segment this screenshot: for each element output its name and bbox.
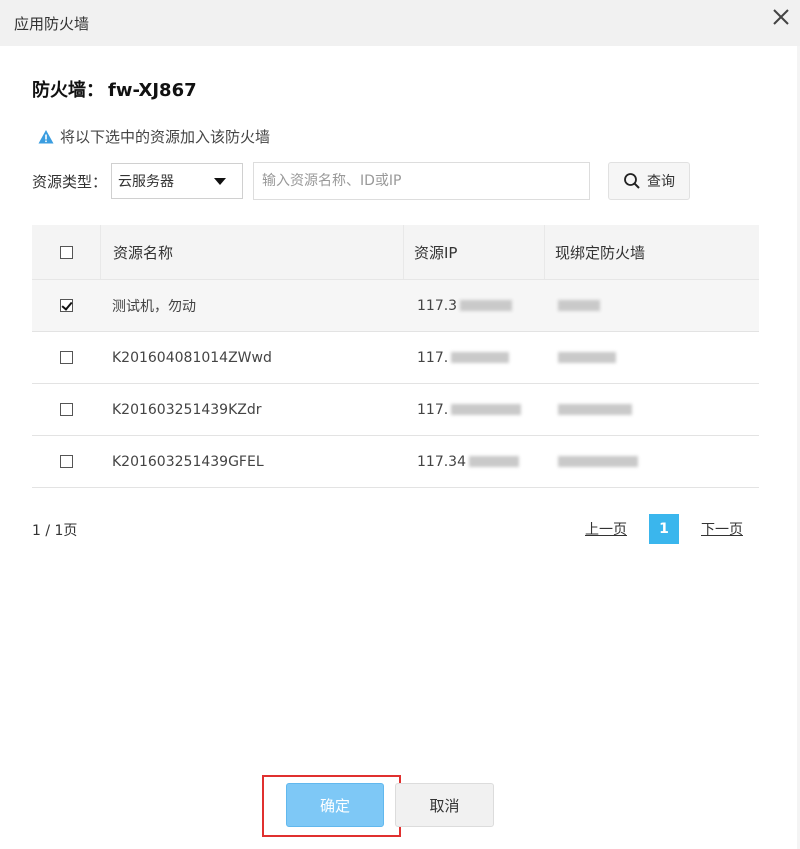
notice: 将以下选中的资源加入该防火墙 [38,126,270,147]
row-checkbox[interactable] [59,455,73,468]
resource-ip: 117.3 [417,297,458,314]
bound-firewall [558,300,600,311]
resource-ip: 117.34 [417,453,466,470]
page-1-button[interactable]: 1 [649,514,679,544]
table-row[interactable]: K201603251439GFEL 117.34 [32,436,759,488]
bound-firewall [558,456,638,467]
pagination: 上一页 1 下一页 [585,514,743,544]
confirm-button[interactable]: 确定 [286,783,384,827]
prev-page-link[interactable]: 上一页 [585,519,627,539]
cancel-button[interactable]: 取消 [395,783,494,827]
chevron-down-icon [214,177,227,185]
resource-name: K201603251439KZdr [112,401,262,418]
close-icon [773,9,789,25]
bound-firewall [558,404,632,415]
row-checkbox[interactable] [59,403,73,416]
resource-ip: 117. [417,349,449,366]
dialog-header: 应用防火墙 [0,0,800,46]
notice-text: 将以下选中的资源加入该防火墙 [60,128,271,146]
table-row[interactable]: K201603251439KZdr 117. [32,384,759,436]
resource-type-label: 资源类型： [32,172,108,191]
table-header: 资源名称 资源IP 现绑定防火墙 [32,225,759,280]
resource-name: K201603251439GFEL [112,453,264,470]
table-row[interactable]: K201604081014ZWwd 117. [32,332,759,384]
search-input[interactable] [253,162,591,200]
resource-type-select[interactable]: 云服务器 [111,163,244,199]
search-icon [624,173,640,189]
close-button[interactable] [768,4,794,30]
firewall-name: fw-XJ867 [108,80,197,101]
resource-type-value: 云服务器 [118,174,175,190]
warning-icon [38,129,54,143]
query-label: 查询 [647,174,676,190]
col-resource-ip: 资源IP [414,243,458,262]
next-page-link[interactable]: 下一页 [701,519,743,539]
resource-name: K201604081014ZWwd [112,349,272,366]
page-count: 1 / 1页 [32,523,78,539]
col-resource-name: 资源名称 [113,243,174,262]
row-checkbox[interactable] [59,351,73,364]
firewall-heading: 防火墙： fw-XJ867 [32,76,197,102]
table-row[interactable]: 测试机，勿动 117.3 [32,280,759,332]
row-checkbox[interactable] [59,299,73,312]
bound-firewall [558,352,616,363]
resource-table: 资源名称 资源IP 现绑定防火墙 测试机，勿动 117.3 K201604081… [32,225,759,488]
resource-ip: 117. [417,401,449,418]
query-button[interactable]: 查询 [608,162,691,200]
select-all-checkbox[interactable] [59,245,73,259]
firewall-label: 防火墙： [32,80,104,101]
filter-row: 资源类型： 云服务器 查询 [32,162,691,200]
dialog-title: 应用防火墙 [14,15,90,33]
col-bound-firewall: 现绑定防火墙 [555,243,646,262]
resource-name: 测试机，勿动 [112,298,196,315]
